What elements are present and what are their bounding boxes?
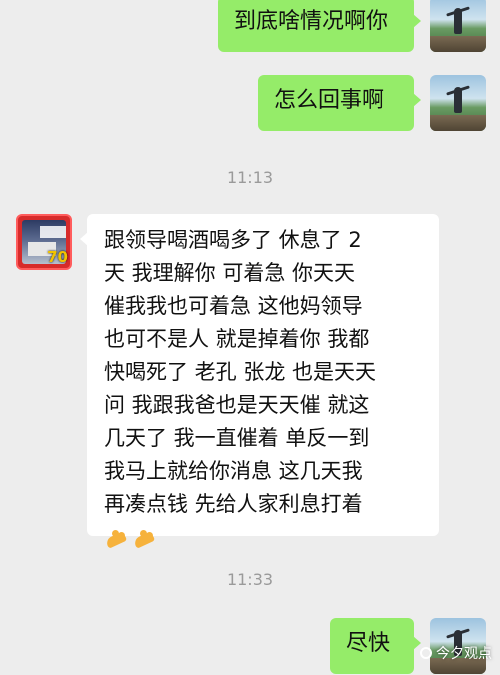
message-row: 70 跟领导喝酒喝多了 休息了 2 天 我理解你 可着急 你天天 催我我也可着急… <box>0 214 500 544</box>
message-line: 也可不是人 就是掉着你 我都 <box>104 327 370 351</box>
avatar-badge-text: 70 <box>47 248 68 266</box>
message-bubble-self[interactable]: 怎么回事啊 <box>258 75 421 131</box>
watermark-text: 今夕观点 <box>436 646 492 662</box>
self-avatar[interactable] <box>430 0 486 52</box>
message-bubble-self[interactable]: 尽快 <box>330 618 421 674</box>
self-avatar[interactable] <box>430 75 486 131</box>
watermark-logo-icon <box>419 646 433 660</box>
clapping-hands-emoji <box>132 527 156 549</box>
message-bubble-other[interactable]: 跟领导喝酒喝多了 休息了 2 天 我理解你 可着急 你天天 催我我也可着急 这他… <box>80 214 439 537</box>
message-bubble-self[interactable]: 到底啥情况啊你 <box>218 0 421 52</box>
message-line: 天 我理解你 可着急 你天天 <box>104 261 356 285</box>
contact-avatar[interactable]: 70 <box>16 214 72 270</box>
message-text: 到底啥情况啊你 <box>234 9 389 34</box>
message-line: 跟领导喝酒喝多了 休息了 2 <box>104 228 362 252</box>
timestamp: 11:33 <box>226 570 274 589</box>
clapping-hands-emoji <box>104 527 128 549</box>
message-line: 问 我跟我爸也是天天催 就这 <box>104 393 370 417</box>
message-line: 快喝死了 老孔 张龙 也是天天 <box>104 360 377 384</box>
message-line: 几天了 我一直催着 单反一到 <box>104 426 370 450</box>
message-line: 催我我也可着急 这他妈领导 <box>104 294 363 318</box>
message-row: 到底啥情况啊你 <box>0 0 500 60</box>
watermark: 今夕观点 <box>419 643 492 663</box>
timestamp: 11:13 <box>226 168 274 187</box>
message-line: 我马上就给你消息 这几天我 <box>104 459 363 483</box>
message-row: 怎么回事啊 <box>0 75 500 135</box>
message-text: 怎么回事啊 <box>274 88 385 113</box>
message-line: 再凑点钱 先给人家利息打着 <box>104 492 363 516</box>
message-text: 尽快 <box>346 631 391 656</box>
